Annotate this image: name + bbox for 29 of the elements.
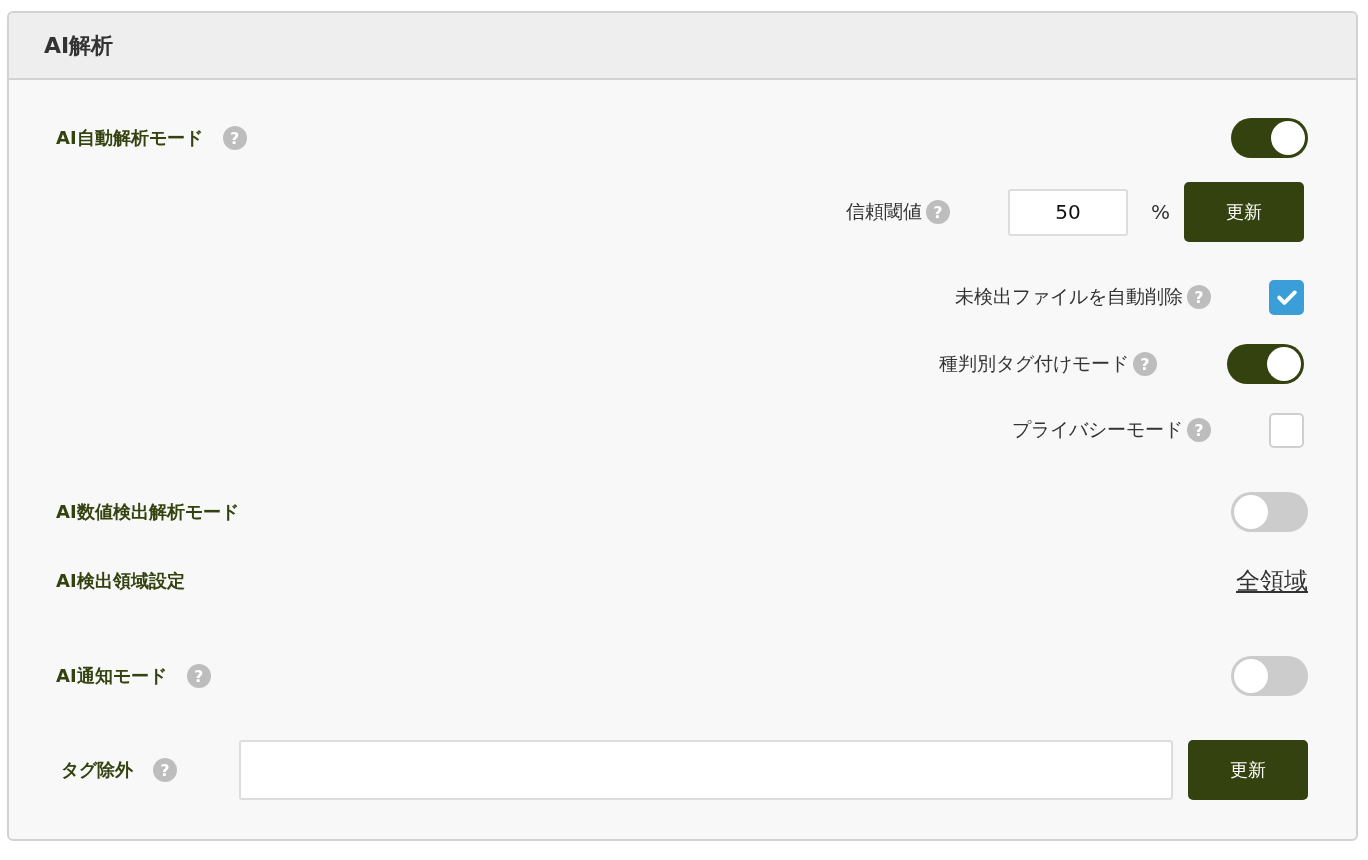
help-icon[interactable]: ?: [153, 758, 177, 782]
setting-label: AI自動解析モード: [56, 126, 203, 150]
help-icon[interactable]: ?: [926, 200, 950, 224]
tag-input-field[interactable]: [239, 740, 1173, 800]
toggle-switch[interactable]: [1231, 118, 1308, 158]
panel-title: AI解析: [44, 31, 114, 60]
checkbox[interactable]: [1269, 412, 1304, 448]
threshold-field[interactable]: 50: [1008, 188, 1128, 236]
toggle-switch[interactable]: [1227, 344, 1304, 384]
help-icon[interactable]: ?: [186, 664, 211, 688]
toggle-switch[interactable]: [1231, 656, 1308, 696]
setting-label: AI通知モード: [56, 664, 167, 688]
setting-label: 未検出ファイルを自動削除: [955, 284, 1183, 309]
help-icon[interactable]: ?: [1187, 418, 1211, 442]
setting-label: タグ除外: [61, 758, 133, 782]
setting-label: AI検出領域設定: [56, 569, 185, 593]
setting-label: プライバシーモード: [1012, 417, 1183, 442]
setting-label: 種判別タグ付けモード: [939, 351, 1129, 376]
setting-label: 信頼閾値: [846, 199, 922, 224]
help-icon[interactable]: ?: [222, 126, 247, 150]
checkbox[interactable]: [1269, 279, 1304, 315]
help-icon[interactable]: ?: [1133, 352, 1157, 376]
area-link[interactable]: 全領域: [1236, 565, 1308, 597]
toggle-switch[interactable]: [1231, 492, 1308, 532]
update-button[interactable]: 更新: [1184, 182, 1304, 242]
help-icon[interactable]: ?: [1187, 285, 1211, 309]
unit-label: %: [1151, 200, 1170, 224]
setting-label: AI数値検出解析モード: [56, 500, 239, 524]
update-button[interactable]: 更新: [1188, 740, 1308, 800]
